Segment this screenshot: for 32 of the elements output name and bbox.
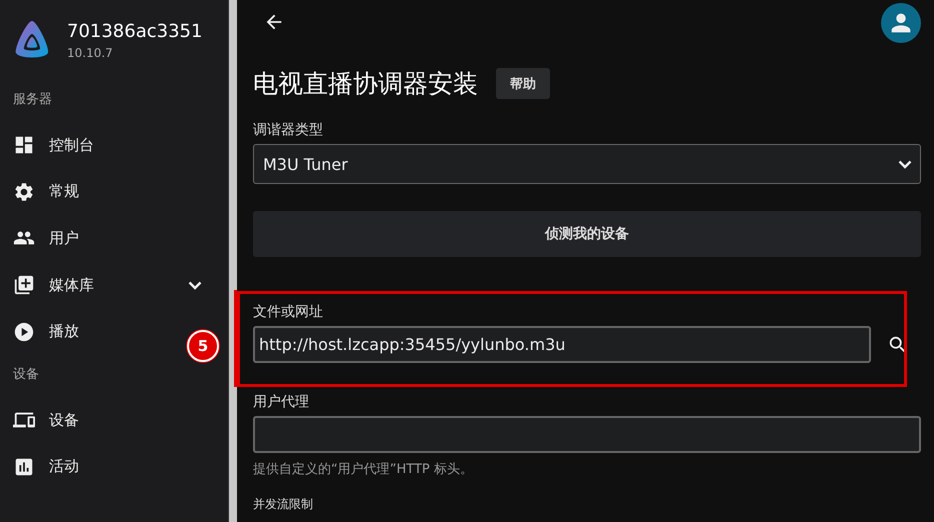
tuner-select[interactable]: M3U Tuner xyxy=(253,144,921,184)
annotation-badge: 5 xyxy=(187,330,219,362)
sidebar-item[interactable]: 活动 xyxy=(13,444,83,490)
url-field[interactable]: http://host.lzcapp:35455/yylunbo.m3u xyxy=(253,326,871,363)
sidebar-item[interactable]: 播放 xyxy=(13,308,83,355)
help-text: 提供自定义的“用户代理”HTTP 标头。 xyxy=(253,461,474,478)
chevron-down-icon xyxy=(188,280,202,290)
field-label: 文件或网址 xyxy=(253,303,324,321)
scrollbar[interactable] xyxy=(228,0,237,522)
field-label: 调谐器类型 xyxy=(253,121,324,139)
avatar[interactable] xyxy=(881,3,921,43)
library-add-icon xyxy=(13,274,35,296)
user-agent-field[interactable] xyxy=(253,416,921,453)
help-button[interactable]: 帮助 xyxy=(496,68,550,99)
gear-icon xyxy=(13,180,35,203)
sidebar-item[interactable]: 常规 xyxy=(13,168,83,216)
detect-button[interactable]: 侦测我的设备 xyxy=(253,211,921,257)
section-title: 设备 xyxy=(13,366,39,384)
field-label: 用户代理 xyxy=(253,393,310,411)
sidebar-item[interactable]: 用户 xyxy=(13,215,83,262)
server-version: 10.10.7 xyxy=(67,46,114,60)
field-label: 并发流限制 xyxy=(253,496,314,513)
chevron-down-icon xyxy=(898,160,912,168)
play-icon xyxy=(13,320,35,343)
logo-icon xyxy=(13,20,51,60)
server-name: 701386ac3351 xyxy=(67,20,202,42)
sidebar-item[interactable]: 设备 xyxy=(13,396,83,444)
page-title: 电视直播协调器安装 xyxy=(253,68,478,100)
dashboard-icon xyxy=(13,134,35,156)
sidebar-item[interactable]: 控制台 xyxy=(13,122,98,169)
section-title: 服务器 xyxy=(13,91,52,109)
sidebar-item[interactable]: 媒体库 xyxy=(13,262,228,308)
